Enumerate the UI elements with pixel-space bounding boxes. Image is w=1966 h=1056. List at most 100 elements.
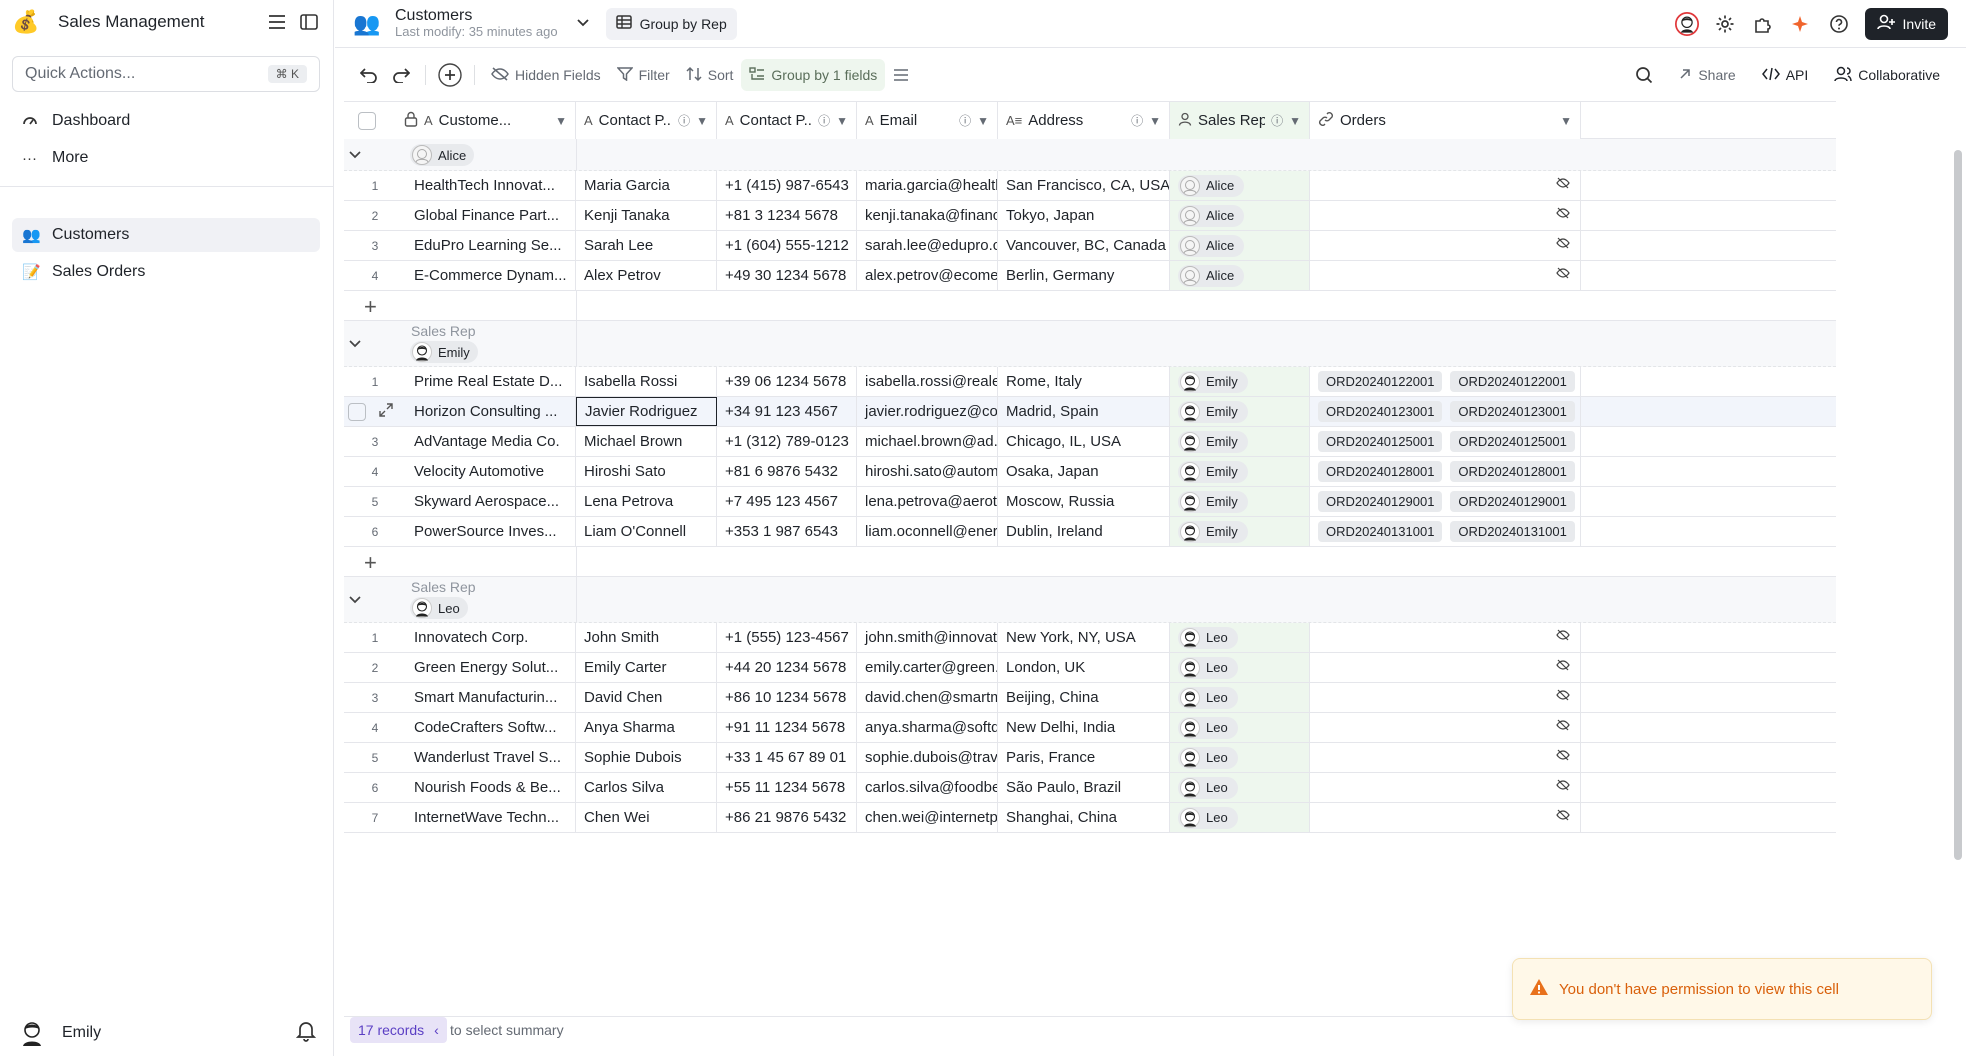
order-link-tag[interactable]: ORD20240125001 bbox=[1450, 431, 1575, 452]
cell-phone[interactable]: +86 21 9876 5432 bbox=[717, 803, 857, 832]
cell-customer[interactable]: HealthTech Innovat... bbox=[406, 171, 576, 200]
records-count-badge[interactable]: 17 records ‹ bbox=[350, 1017, 447, 1043]
cell-email[interactable]: sarah.lee@edupro.ca bbox=[857, 231, 998, 260]
cell-address[interactable]: Berlin, Germany bbox=[998, 261, 1170, 290]
table-row[interactable]: 4 E-Commerce Dynam... Alex Petrov +49 30 12… bbox=[344, 261, 1836, 291]
cell-email[interactable]: john.smith@innovat... bbox=[857, 623, 998, 652]
cell-phone[interactable]: +39 06 1234 5678 bbox=[717, 367, 857, 396]
cell-email[interactable]: lena.petrova@aerot... bbox=[857, 487, 998, 516]
gear-icon[interactable] bbox=[1713, 12, 1737, 36]
quick-actions-search[interactable]: Quick Actions... ⌘ K bbox=[12, 56, 320, 92]
table-row[interactable]: 5 Skyward Aerospace... Lena Petrova +7 495 … bbox=[344, 487, 1836, 517]
cell-contact[interactable]: Carlos Silva bbox=[576, 773, 717, 802]
cell-email[interactable]: kenji.tanaka@financ... bbox=[857, 201, 998, 230]
cell-customer[interactable]: Green Energy Solut... bbox=[406, 653, 576, 682]
invite-button[interactable]: Invite bbox=[1864, 7, 1948, 40]
cell-phone[interactable]: +1 (415) 987-6543 bbox=[717, 171, 857, 200]
cell-address[interactable]: New York, NY, USA bbox=[998, 623, 1170, 652]
cell-orders[interactable] bbox=[1310, 743, 1581, 772]
cell-address[interactable]: Shanghai, China bbox=[998, 803, 1170, 832]
table-row[interactable]: 1 Prime Real Estate D... Isabella Rossi +39… bbox=[344, 367, 1836, 397]
cell-address[interactable]: Madrid, Spain bbox=[998, 397, 1170, 426]
cell-contact[interactable]: Michael Brown bbox=[576, 427, 717, 456]
cell-contact[interactable]: Javier Rodriguez bbox=[576, 397, 717, 426]
order-link-tag[interactable]: ORD20240131001 bbox=[1318, 521, 1443, 542]
bell-icon[interactable] bbox=[295, 1020, 317, 1047]
puzzle-icon[interactable] bbox=[1751, 12, 1775, 36]
cell-customer[interactable]: AdVantage Media Co. bbox=[406, 427, 576, 456]
cell-sales-rep[interactable]: Leo bbox=[1170, 743, 1310, 772]
cell-address[interactable]: Moscow, Russia bbox=[998, 487, 1170, 516]
row-checkbox[interactable] bbox=[348, 402, 366, 421]
cell-sales-rep[interactable]: Emily bbox=[1170, 457, 1310, 486]
column-name-customer[interactable]: Custome... bbox=[439, 112, 549, 129]
cell-contact[interactable]: Hiroshi Sato bbox=[576, 457, 717, 486]
filter-button[interactable]: Filter bbox=[609, 59, 678, 91]
avatar[interactable] bbox=[1674, 11, 1699, 36]
cell-orders[interactable]: ORD20240129001 ORD20240129001 bbox=[1310, 487, 1581, 516]
cell-address[interactable]: Dublin, Ireland bbox=[998, 517, 1170, 546]
table-row[interactable]: Horizon Consulting ... Javier Rodriguez +3… bbox=[344, 397, 1836, 427]
cell-orders[interactable] bbox=[1310, 231, 1581, 260]
order-link-tag[interactable]: ORD20240125001 bbox=[1318, 431, 1443, 452]
cell-address[interactable]: Osaka, Japan bbox=[998, 457, 1170, 486]
header-address[interactable]: A≡ Address ⓘ ▼ bbox=[998, 102, 1170, 139]
cell-contact[interactable]: John Smith bbox=[576, 623, 717, 652]
table-row[interactable]: 3 EduPro Learning Se... Sarah Lee +1 (604) … bbox=[344, 231, 1836, 261]
cell-customer[interactable]: Skyward Aerospace... bbox=[406, 487, 576, 516]
cell-address[interactable]: Chicago, IL, USA bbox=[998, 427, 1170, 456]
order-link-tag[interactable]: ORD20240128001 bbox=[1450, 461, 1575, 482]
cell-contact[interactable]: Alex Petrov bbox=[576, 261, 717, 290]
sparkle-icon[interactable] bbox=[1789, 12, 1813, 36]
cell-sales-rep[interactable]: Emily bbox=[1170, 517, 1310, 546]
table-row[interactable]: 3 Smart Manufacturin... David Chen +86 10 1… bbox=[344, 683, 1836, 713]
cell-email[interactable]: liam.oconnell@ener... bbox=[857, 517, 998, 546]
cell-phone[interactable]: +55 11 1234 5678 bbox=[717, 773, 857, 802]
cell-contact[interactable]: Lena Petrova bbox=[576, 487, 717, 516]
cell-customer[interactable]: Smart Manufacturin... bbox=[406, 683, 576, 712]
dropdown-caret-icon[interactable]: ▼ bbox=[1289, 114, 1301, 128]
cell-phone[interactable]: +34 91 123 4567 bbox=[717, 397, 857, 426]
order-link-tag[interactable]: ORD20240128001 bbox=[1318, 461, 1443, 482]
cell-sales-rep[interactable]: Alice bbox=[1170, 171, 1310, 200]
cell-address[interactable]: Rome, Italy bbox=[998, 367, 1170, 396]
cell-customer[interactable]: Horizon Consulting ... bbox=[406, 397, 576, 426]
redo-button[interactable] bbox=[385, 59, 417, 91]
menu-icon[interactable] bbox=[264, 9, 290, 35]
cell-phone[interactable]: +33 1 45 67 89 01 bbox=[717, 743, 857, 772]
cell-sales-rep[interactable]: Alice bbox=[1170, 261, 1310, 290]
order-link-tag[interactable]: ORD20240122001 bbox=[1450, 371, 1575, 392]
cell-customer[interactable]: EduPro Learning Se... bbox=[406, 231, 576, 260]
cell-sales-rep[interactable]: Alice bbox=[1170, 231, 1310, 260]
cell-orders[interactable] bbox=[1310, 171, 1581, 200]
cell-customer[interactable]: CodeCrafters Softw... bbox=[406, 713, 576, 742]
cell-contact[interactable]: Maria Garcia bbox=[576, 171, 717, 200]
cell-sales-rep[interactable]: Leo bbox=[1170, 653, 1310, 682]
vertical-scrollbar[interactable] bbox=[1954, 150, 1962, 860]
sort-button[interactable]: Sort bbox=[678, 59, 742, 91]
cell-orders[interactable] bbox=[1310, 653, 1581, 682]
cell-phone[interactable]: +49 30 1234 5678 bbox=[717, 261, 857, 290]
cell-phone[interactable]: +81 3 1234 5678 bbox=[717, 201, 857, 230]
cell-contact[interactable]: Sarah Lee bbox=[576, 231, 717, 260]
cell-email[interactable]: sophie.dubois@trav... bbox=[857, 743, 998, 772]
cell-contact[interactable]: David Chen bbox=[576, 683, 717, 712]
cell-phone[interactable]: +1 (312) 789-0123 bbox=[717, 427, 857, 456]
table-row[interactable]: 2 Global Finance Part... Kenji Tanaka +81 3… bbox=[344, 201, 1836, 231]
cell-sales-rep[interactable]: Leo bbox=[1170, 713, 1310, 742]
cell-sales-rep[interactable]: Emily bbox=[1170, 427, 1310, 456]
cell-orders[interactable] bbox=[1310, 773, 1581, 802]
cell-customer[interactable]: PowerSource Inves... bbox=[406, 517, 576, 546]
info-icon[interactable]: ⓘ bbox=[959, 112, 971, 129]
info-icon[interactable]: ⓘ bbox=[1271, 112, 1283, 129]
header-email[interactable]: A Email ⓘ ▼ bbox=[857, 102, 998, 139]
cell-orders[interactable] bbox=[1310, 623, 1581, 652]
cell-sales-rep[interactable]: Emily bbox=[1170, 397, 1310, 426]
chevron-down-icon[interactable] bbox=[576, 15, 590, 32]
chevron-down-icon[interactable] bbox=[348, 592, 362, 608]
expand-record-icon[interactable] bbox=[378, 402, 394, 421]
table-row[interactable]: 1 Innovatech Corp. John Smith +1 (555) 123-… bbox=[344, 623, 1836, 653]
api-button[interactable]: API bbox=[1754, 59, 1817, 91]
table-row[interactable]: 1 HealthTech Innovat... Maria Garcia +1 (41… bbox=[344, 171, 1836, 201]
cell-sales-rep[interactable]: Alice bbox=[1170, 201, 1310, 230]
